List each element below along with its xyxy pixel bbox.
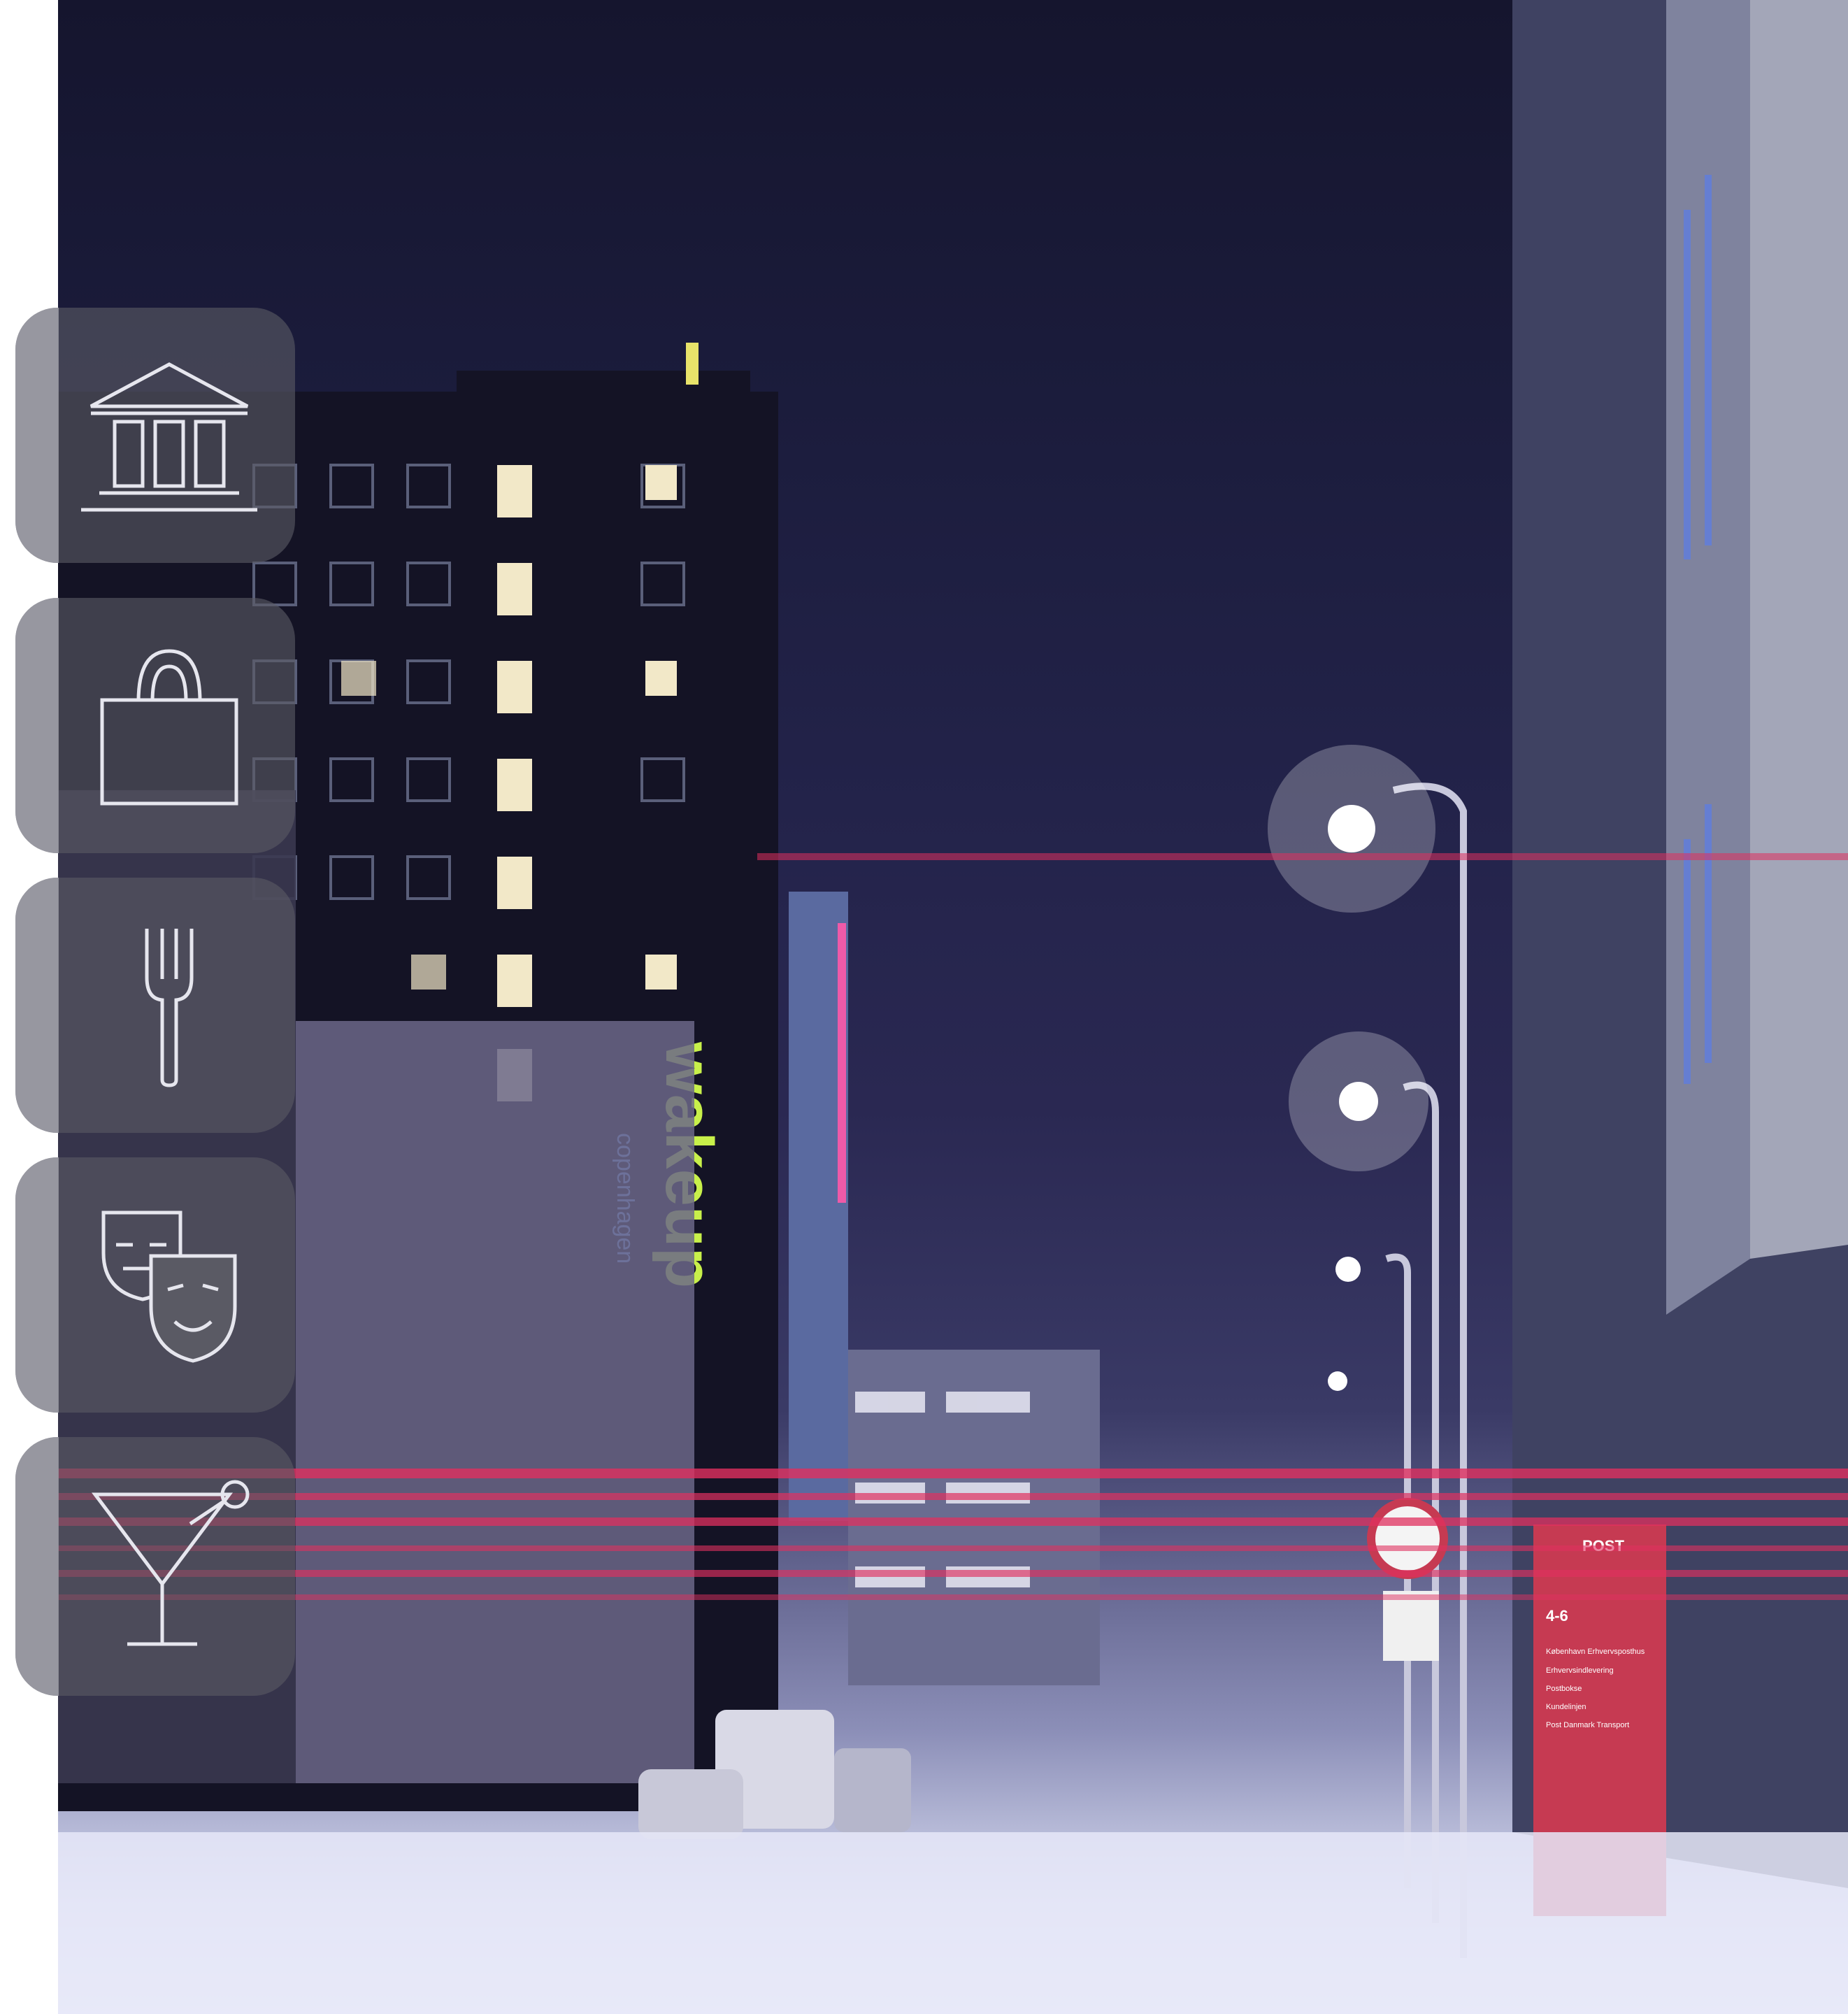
cocktail-glass-icon — [71, 1437, 267, 1696]
shopping-bag-icon — [71, 598, 267, 853]
post-sign-line-1: København Erhvervsposthus — [1546, 1648, 1645, 1656]
no-right-turn-sign — [1367, 1498, 1448, 1579]
page: wakeup copenhagen — [0, 0, 1848, 2014]
museum-icon — [71, 308, 267, 563]
post-sign-line-5: Post Danmark Transport — [1546, 1721, 1629, 1729]
city-night-illustration: wakeup copenhagen — [58, 0, 1848, 2014]
city-night-photo: wakeup copenhagen — [58, 0, 1848, 2014]
theatre-masks-icon — [71, 1157, 267, 1413]
tab-shopping[interactable] — [15, 598, 295, 853]
street-lamps — [1385, 783, 1467, 1958]
tab-food[interactable] — [15, 878, 295, 1133]
post-sign-line-3: Postbokse — [1546, 1685, 1582, 1693]
tab-culture[interactable] — [15, 308, 295, 563]
post-sign-line-4: Kundelinjen — [1546, 1703, 1586, 1711]
fork-icon — [71, 878, 267, 1133]
post-sign-number: 4-6 — [1546, 1607, 1568, 1624]
tab-nightlife[interactable] — [15, 1437, 295, 1696]
post-sign-line-2: Erhvervsindlevering — [1546, 1666, 1614, 1675]
tab-theatre[interactable] — [15, 1157, 295, 1413]
